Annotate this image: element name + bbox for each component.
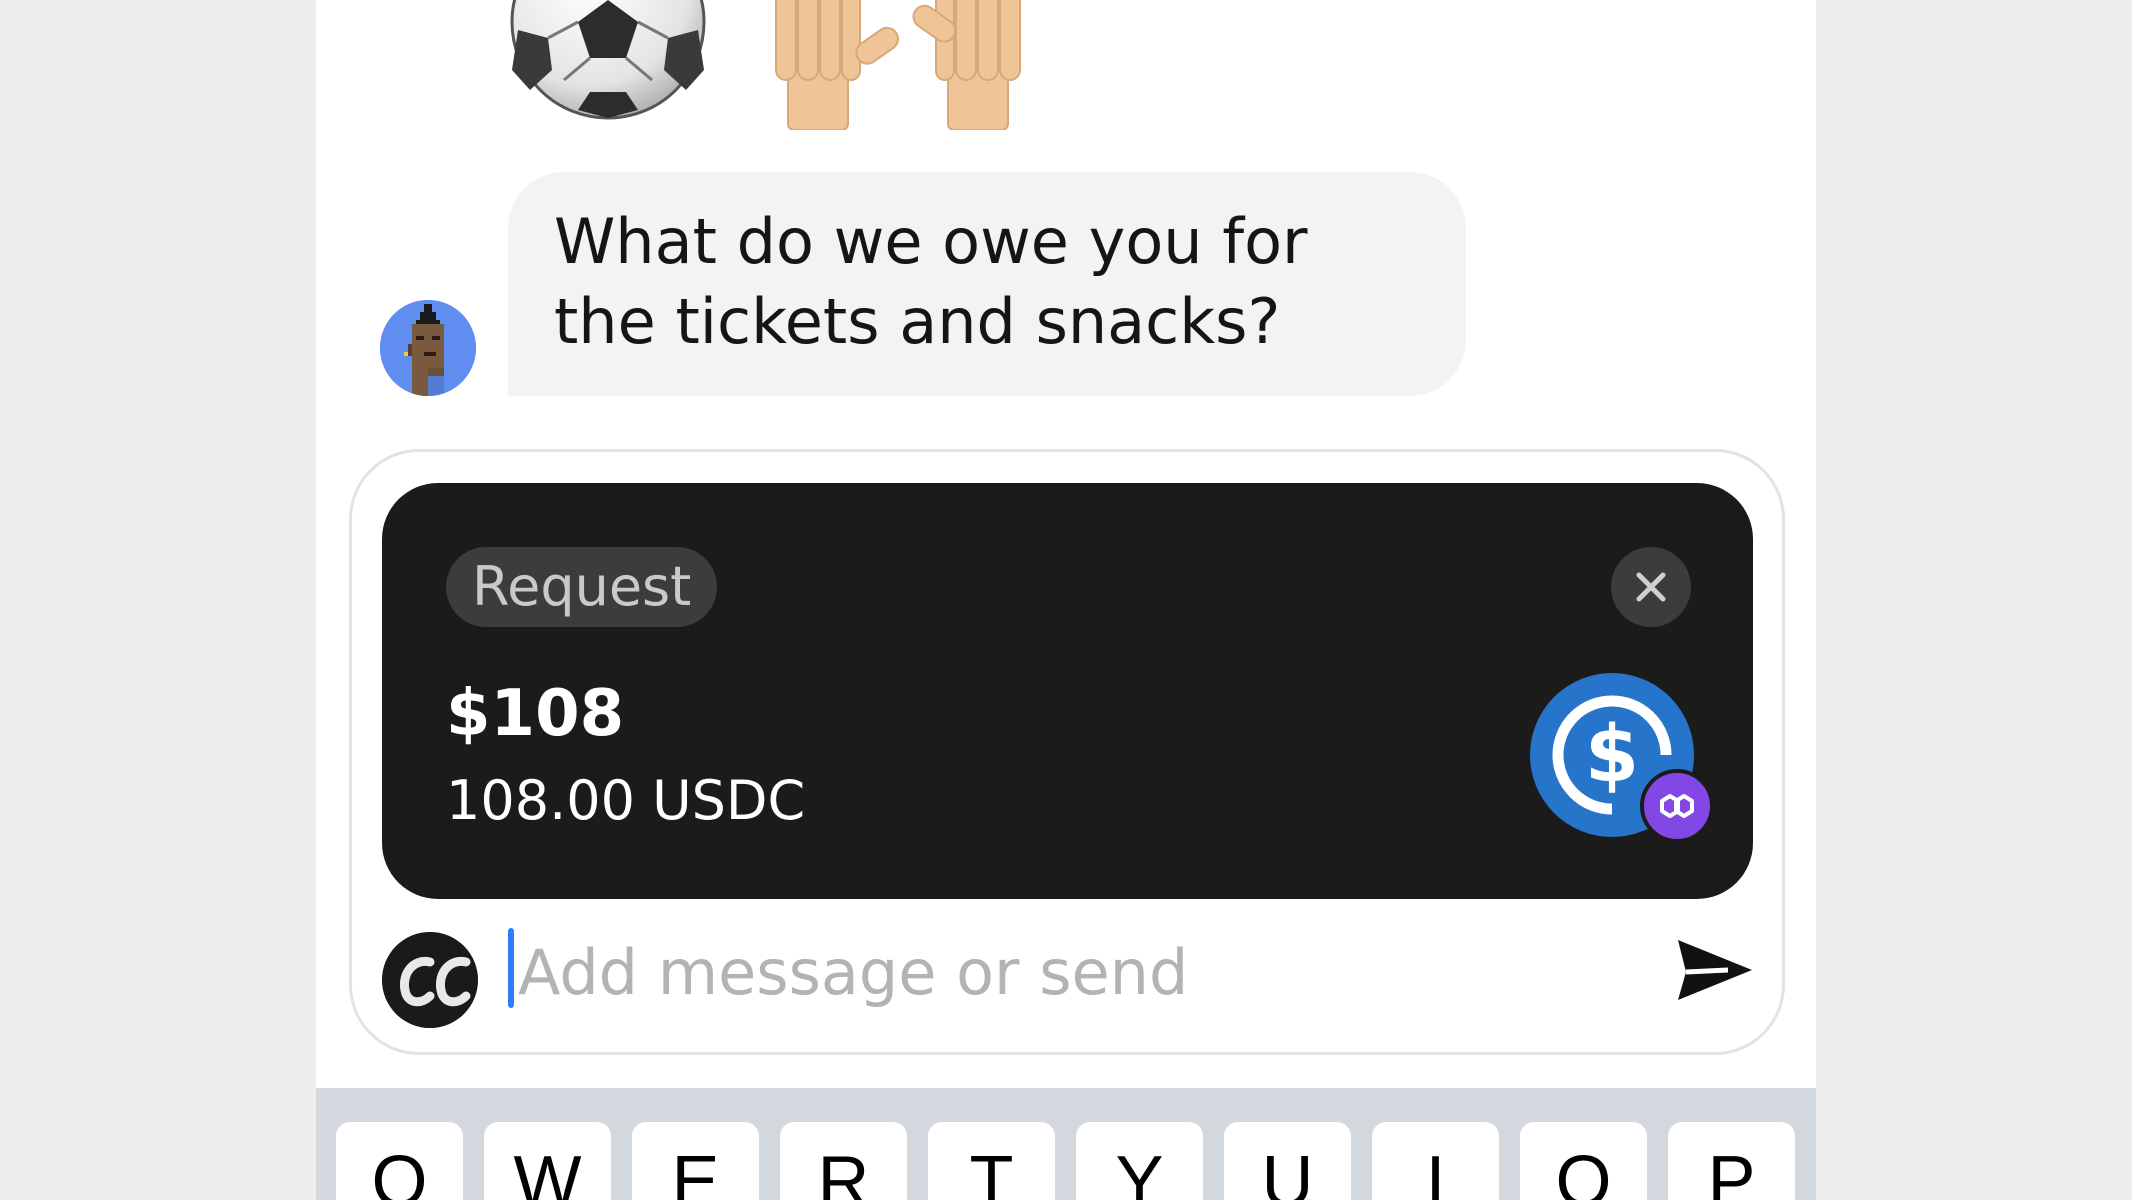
message-input-row [352, 922, 1782, 1032]
close-icon [1636, 572, 1666, 602]
user-avatar[interactable] [382, 932, 478, 1028]
on-screen-keyboard: Q W E R T Y U I O P [316, 1088, 1816, 1200]
payment-request-card[interactable]: Request $108 108.00 USDC $ [382, 483, 1753, 899]
key-u[interactable]: U [1224, 1122, 1351, 1200]
request-chip: Request [446, 547, 718, 627]
coinbase-wallet-logo-icon [382, 932, 478, 1028]
sender-avatar[interactable] [380, 300, 476, 396]
key-r[interactable]: R [780, 1122, 907, 1200]
polygon-network-icon [1640, 769, 1714, 843]
pixel-avatar-icon [380, 300, 476, 396]
key-o[interactable]: O [1520, 1122, 1647, 1200]
key-q[interactable]: Q [336, 1122, 463, 1200]
incoming-message-bubble: What do we owe you for the tickets and s… [508, 172, 1466, 396]
key-i[interactable]: I [1372, 1122, 1499, 1200]
soccer-ball-icon [510, 0, 706, 120]
message-input[interactable] [518, 922, 1518, 1022]
text-caret [508, 928, 514, 1008]
key-p[interactable]: P [1668, 1122, 1795, 1200]
key-t[interactable]: T [928, 1122, 1055, 1200]
svg-text:$: $ [1585, 710, 1639, 800]
send-button[interactable] [1668, 926, 1758, 1016]
incoming-message-text: What do we owe you for the tickets and s… [554, 205, 1308, 358]
key-w[interactable]: W [484, 1122, 611, 1200]
request-token-amount: 108.00 USDC [446, 769, 806, 832]
key-y[interactable]: Y [1076, 1122, 1203, 1200]
key-e[interactable]: E [632, 1122, 759, 1200]
raising-hands-icon [775, 0, 1021, 130]
close-request-button[interactable] [1611, 547, 1691, 627]
emoji-message [508, 0, 1108, 130]
send-icon [1678, 940, 1752, 1000]
message-composer: Request $108 108.00 USDC $ [349, 449, 1785, 1055]
chat-screen: What do we owe you for the tickets and s… [316, 0, 1816, 1200]
request-amount: $108 [446, 677, 625, 751]
